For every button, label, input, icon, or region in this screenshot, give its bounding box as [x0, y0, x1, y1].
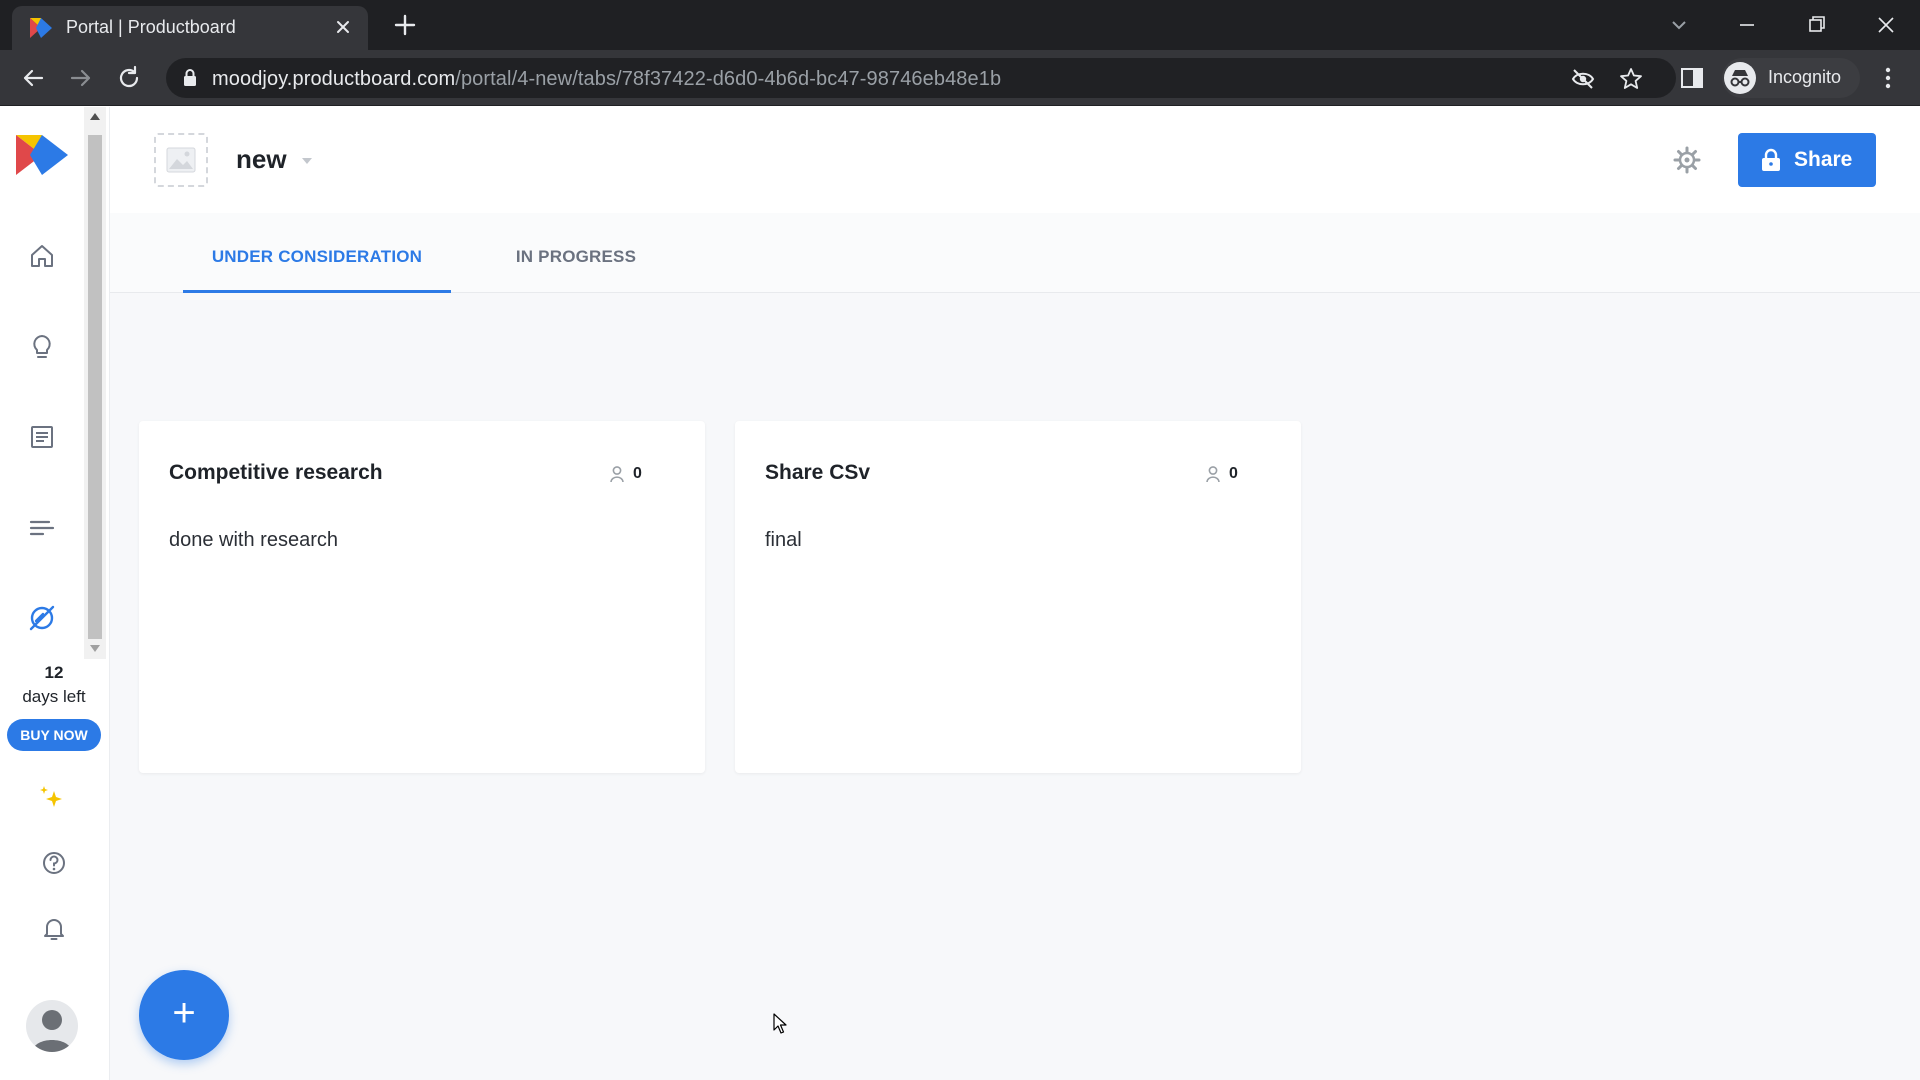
window-close-icon[interactable] [1871, 10, 1901, 40]
card-title: Share CSv [765, 461, 871, 484]
lightbulb-icon[interactable] [27, 332, 57, 362]
gear-icon[interactable] [1672, 145, 1702, 175]
tracking-protection-eye-off-icon[interactable] [1570, 66, 1596, 92]
home-icon[interactable] [27, 241, 57, 271]
share-button[interactable]: Share [1738, 133, 1876, 187]
side-panel-icon[interactable] [1678, 64, 1706, 92]
minimize-icon[interactable] [1732, 10, 1762, 40]
tab-search-icon[interactable] [1664, 10, 1694, 40]
vote-count-value: 0 [1229, 465, 1238, 482]
portal-title[interactable]: new [236, 144, 287, 175]
plus-icon: + [172, 991, 196, 1035]
share-button-label: Share [1794, 148, 1853, 171]
lock-icon[interactable] [182, 68, 198, 88]
notes-icon[interactable] [27, 422, 57, 452]
back-arrow-icon[interactable] [18, 63, 48, 93]
card-description: done with research [169, 529, 338, 551]
vote-count[interactable]: 0 [1205, 463, 1238, 485]
tab-label: IN PROGRESS [515, 247, 637, 266]
trial-days-label: days left [22, 687, 86, 706]
app-root: 12 days left BUY NOW new Share UNDER CON… [0, 107, 1920, 1080]
buy-now-button[interactable]: BUY NOW [7, 719, 101, 751]
portal-header: new Share [110, 107, 1920, 213]
card-title: Competitive research [169, 461, 383, 484]
sidebar-scrollbar[interactable] [84, 107, 106, 659]
incognito-label: Incognito [1768, 67, 1842, 87]
idea-card[interactable]: Competitive research 0 done with researc… [139, 421, 705, 773]
scrollbar-thumb[interactable] [88, 135, 102, 639]
productboard-favicon-icon [30, 18, 52, 38]
browser-tab[interactable]: Portal | Productboard [12, 6, 368, 50]
productboard-logo-icon[interactable] [16, 135, 68, 175]
help-icon[interactable] [39, 848, 69, 878]
image-placeholder-icon [166, 147, 196, 173]
incognito-profile-button[interactable]: Incognito [1722, 58, 1860, 98]
lock-icon [1762, 148, 1780, 171]
browser-tabstrip: Portal | Productboard [0, 0, 1920, 50]
browser-tab-title: Portal | Productboard [66, 17, 236, 37]
browser-menu-icon[interactable] [1876, 64, 1900, 92]
vote-count[interactable]: 0 [609, 463, 642, 485]
bell-icon[interactable] [39, 913, 69, 943]
avatar[interactable] [26, 1000, 78, 1052]
mouse-cursor-icon [773, 1013, 787, 1034]
tab-in-progress[interactable]: IN PROGRESS [494, 213, 658, 293]
add-idea-button[interactable]: + [139, 970, 229, 1060]
forward-arrow-icon[interactable] [66, 63, 96, 93]
card-description: final [765, 529, 802, 551]
restore-icon[interactable] [1802, 10, 1832, 40]
portal-dropdown-caret-icon[interactable] [302, 158, 312, 164]
incognito-icon [1724, 62, 1756, 94]
portal-tabs: UNDER CONSIDERATION IN PROGRESS [110, 213, 1920, 294]
bookmark-star-icon[interactable] [1618, 66, 1644, 92]
sidebar: 12 days left BUY NOW [0, 107, 110, 1080]
url-host: moodjoy.productboard.com [212, 68, 456, 90]
portal-content: Competitive research 0 done with researc… [110, 293, 1920, 1080]
tab-label: UNDER CONSIDERATION [211, 247, 423, 266]
reload-icon[interactable] [114, 63, 144, 93]
url-text: moodjoy.productboard.com/portal/4-new/ta… [212, 68, 1001, 91]
tab-under-consideration[interactable]: UNDER CONSIDERATION [183, 213, 451, 294]
user-vote-icon [1206, 466, 1220, 483]
new-tab-icon[interactable] [392, 12, 418, 38]
url-path: /portal/4-new/tabs/78f37422-d6d0-4b6d-bc… [455, 68, 1002, 90]
roadmap-icon[interactable] [27, 513, 57, 543]
scroll-up-arrow-icon[interactable] [90, 113, 100, 120]
user-vote-icon [610, 466, 624, 483]
close-icon[interactable] [332, 16, 354, 38]
browser-toolbar: moodjoy.productboard.com/portal/4-new/ta… [0, 50, 1920, 106]
user-silhouette-icon [32, 1010, 72, 1052]
address-bar[interactable]: moodjoy.productboard.com/portal/4-new/ta… [166, 58, 1676, 98]
trial-days-count: 12 [44, 663, 64, 682]
scroll-down-arrow-icon[interactable] [90, 645, 100, 652]
portal-icon[interactable] [27, 603, 57, 633]
idea-card[interactable]: Share CSv 0 final [735, 421, 1301, 773]
portal-logo-placeholder[interactable] [154, 133, 208, 187]
sparkle-icon[interactable] [38, 783, 68, 813]
vote-count-value: 0 [633, 465, 642, 482]
